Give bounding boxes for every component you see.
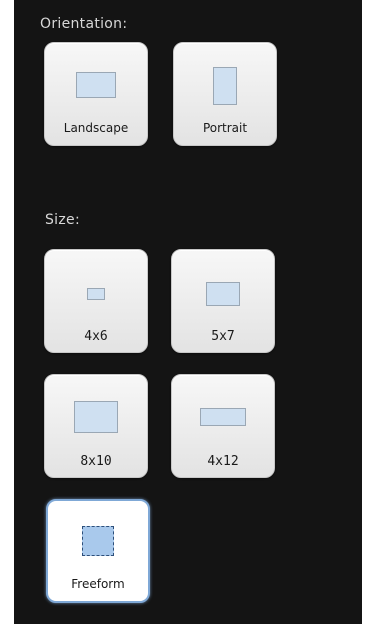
crop-options-panel: Orientation: Landscape Portrait Size: 4x… — [14, 0, 362, 624]
landscape-button[interactable]: Landscape — [44, 42, 148, 146]
size-5x7-icon — [206, 282, 240, 306]
size-4x6-icon — [87, 288, 105, 300]
freeform-label: Freeform — [71, 577, 125, 591]
size-label: Size: — [45, 212, 80, 228]
freeform-icon — [82, 526, 114, 556]
orientation-label: Orientation: — [40, 16, 128, 32]
landscape-icon — [76, 72, 116, 98]
portrait-label: Portrait — [202, 121, 248, 135]
size-8x10-icon — [74, 401, 118, 433]
size-4x6-label: 4x6 — [84, 329, 108, 344]
size-4x12-button[interactable]: 4x12 — [171, 374, 275, 478]
size-5x7-label: 5x7 — [211, 329, 235, 344]
size-8x10-label: 8x10 — [80, 454, 112, 469]
portrait-icon — [213, 67, 237, 105]
size-4x12-label: 4x12 — [207, 454, 239, 469]
size-4x6-button[interactable]: 4x6 — [44, 249, 148, 353]
size-8x10-button[interactable]: 8x10 — [44, 374, 148, 478]
landscape-label: Landscape — [63, 121, 129, 135]
size-5x7-button[interactable]: 5x7 — [171, 249, 275, 353]
freeform-button[interactable]: Freeform — [46, 499, 150, 603]
size-4x12-icon — [200, 408, 246, 426]
portrait-button[interactable]: Portrait — [173, 42, 277, 146]
